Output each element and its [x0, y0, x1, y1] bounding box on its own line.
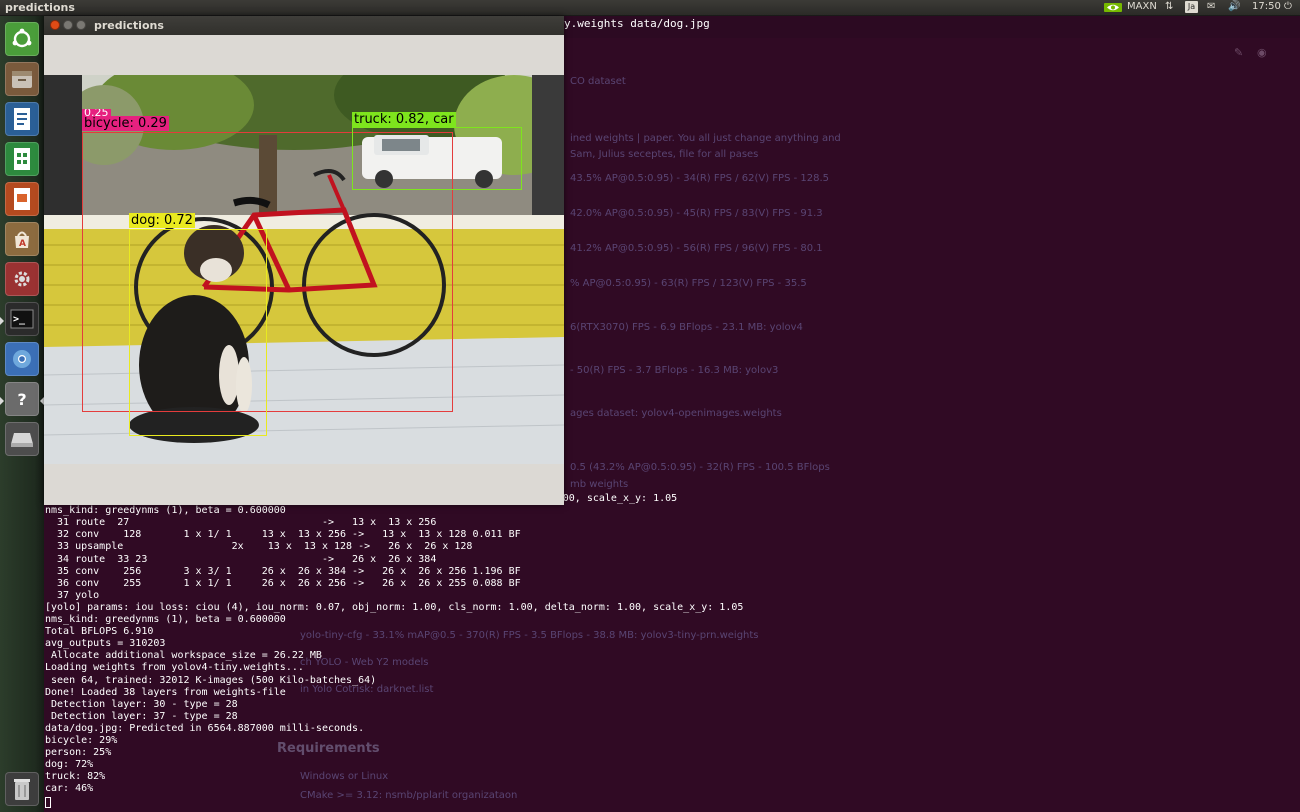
ghost-github-icon: ◉ [1257, 46, 1267, 59]
help-running-indicator [0, 397, 4, 405]
settings-icon[interactable] [5, 262, 39, 296]
launcher: A >_ ? [0, 16, 45, 812]
calc-icon[interactable] [5, 142, 39, 176]
gpu-mode-label[interactable]: MAXN [1127, 1, 1157, 12]
predictions-titlebar[interactable]: predictions [44, 16, 564, 35]
dog-label: dog: 0.72 [129, 213, 195, 228]
terminal-line: 31 route 27 -> 13 x 13 x 256 [45, 517, 437, 529]
ghost-doc-line: ages dataset: yolov4-openimages.weights [570, 408, 782, 419]
ghost-doc-line: - 50(R) FPS - 3.7 BFlops - 16.3 MB: yolo… [570, 365, 779, 376]
predictions-title: predictions [94, 19, 164, 32]
impress-icon[interactable] [5, 182, 39, 216]
terminal-line: avg_outputs = 310203 [45, 638, 166, 650]
terminal-running-indicator [0, 317, 4, 325]
volume-icon[interactable]: 🔊 [1228, 1, 1240, 12]
maximize-icon[interactable] [76, 20, 86, 30]
software-center-icon[interactable]: A [5, 222, 39, 256]
close-icon[interactable] [50, 20, 60, 30]
power-icon[interactable]: ⏻ [1284, 1, 1292, 12]
terminal-line: person: 25% [45, 747, 112, 759]
files-icon[interactable] [5, 62, 39, 96]
ghost-edit-icon: ✎ [1234, 46, 1244, 59]
mail-icon[interactable]: ✉ [1207, 1, 1215, 12]
ghost-doc-line: 42.0% AP@0.5:0.95) - 45(R) FPS / 83(V) F… [570, 208, 823, 219]
ghost-doc-line: CO dataset [570, 76, 626, 87]
ghost-doc-line: Windows or Linux [300, 771, 389, 782]
active-window-title: predictions [5, 1, 75, 14]
ghost-doc-line: % AP@0.5:0.95) - 63(R) FPS / 123(V) FPS … [570, 278, 807, 289]
ghost-doc-line: 41.2% AP@0.5:0.95) - 56(R) FPS / 96(V) F… [570, 243, 823, 254]
clock[interactable]: 17:50 [1252, 1, 1281, 12]
terminal-line: dog: 72% [45, 759, 94, 771]
drive-icon[interactable] [5, 422, 39, 456]
ghost-doc-line: 0.5 (43.2% AP@0.5:0.95) - 32(R) FPS - 10… [570, 462, 830, 473]
terminal-line: 33 upsample 2x 13 x 13 x 128 -> 26 x 26 … [45, 541, 473, 553]
ghost-requirements-heading: Requirements [277, 741, 380, 756]
ghost-doc-line: 6(RTX3070) FPS - 6.9 BFlops - 23.1 MB: y… [570, 322, 803, 333]
terminal-line: data/dog.jpg: Predicted in 6564.887000 m… [45, 722, 365, 734]
terminal-line: 35 conv 256 3 x 3/ 1 26 x 26 x 384 -> 26… [45, 565, 521, 577]
terminal-line: 37 yolo [45, 589, 100, 601]
ghost-doc-line: ined weights | paper. You all just chang… [570, 133, 841, 144]
writer-icon[interactable] [5, 102, 39, 136]
terminal-line: 34 route 33 23 -> 26 x 26 x 384 [45, 553, 437, 565]
terminal-line: Detection layer: 30 - type = 28 [45, 698, 238, 710]
network-icon[interactable]: ⇅ [1165, 1, 1173, 12]
top-panel: predictions MAXN ⇅ Ja ✉ 🔊 17:50 ⏻ [0, 0, 1300, 16]
terminal-line: Loading weights from yolov4-tiny.weights… [45, 662, 304, 674]
dog-bounding-box [129, 229, 267, 436]
ghost-doc-line: 43.5% AP@0.5:0.95) - 34(R) FPS / 62(V) F… [570, 173, 830, 184]
terminal-line: 32 conv 128 1 x 1/ 1 13 x 13 x 256 -> 13… [45, 529, 521, 541]
nvidia-icon[interactable] [1104, 2, 1122, 16]
keyboard-layout-indicator[interactable]: Ja [1185, 1, 1198, 13]
chromium-icon[interactable] [5, 342, 39, 376]
terminal-line: truck: 82% [45, 771, 106, 783]
terminal-line: 36 conv 255 1 x 1/ 1 26 x 26 x 256 -> 26… [45, 577, 521, 589]
ghost-doc-line: mb weights [570, 479, 629, 490]
ghost-doc-line: CMake >= 3.12: nsmb/pplarit organizataon [300, 790, 518, 801]
minimize-icon[interactable] [63, 20, 73, 30]
bicycle-label: bicycle: 0.29 [82, 116, 169, 131]
terminal-icon[interactable]: >_ [5, 302, 39, 336]
svg-text:A: A [19, 239, 26, 249]
terminal-line: nms_kind: greedynms (1), beta = 0.600000 [45, 614, 286, 625]
terminal-line: Done! Loaded 38 layers from weights-file [45, 686, 286, 698]
truck-car-label: truck: 0.82, car [352, 112, 456, 127]
truck-bounding-box [352, 127, 522, 190]
help-icon[interactable]: ? [5, 382, 39, 416]
trash-icon[interactable] [5, 772, 39, 806]
predictions-window[interactable]: predictions 0.25 bicycle: 0.29 truck: 0.… [44, 16, 564, 505]
terminal-line: nms_kind: greedynms (1), beta = 0.600000 [45, 505, 286, 517]
terminal-line: Allocate additional workspace_size = 26.… [45, 650, 322, 662]
terminal-line: seen 64, trained: 32012 K-images (500 Ki… [45, 674, 377, 686]
prediction-image: 0.25 bicycle: 0.29 truck: 0.82, car dog:… [44, 75, 564, 464]
ghost-doc-line: Sam, Julius seceptes, file for all pases [570, 149, 759, 160]
terminal-line: bicycle: 29% [45, 735, 118, 746]
terminal-line: Detection layer: 37 - type = 28 [45, 710, 238, 722]
terminal-line: [yolo] params: iou loss: ciou (4), iou_n… [45, 601, 744, 613]
terminal-line: Total BFLOPS 6.910 [45, 626, 154, 638]
svg-text:>_: >_ [13, 314, 26, 325]
terminal-cursor [45, 797, 51, 808]
terminal-line: car: 46% [45, 783, 94, 795]
ubuntu-dash-icon[interactable] [5, 22, 39, 56]
terminal-command-tail: y.weights data/dog.jpg [564, 17, 710, 30]
ghost-doc-line: yolo-tiny-cfg - 33.1% mAP@0.5 - 370(R) F… [300, 630, 759, 641]
